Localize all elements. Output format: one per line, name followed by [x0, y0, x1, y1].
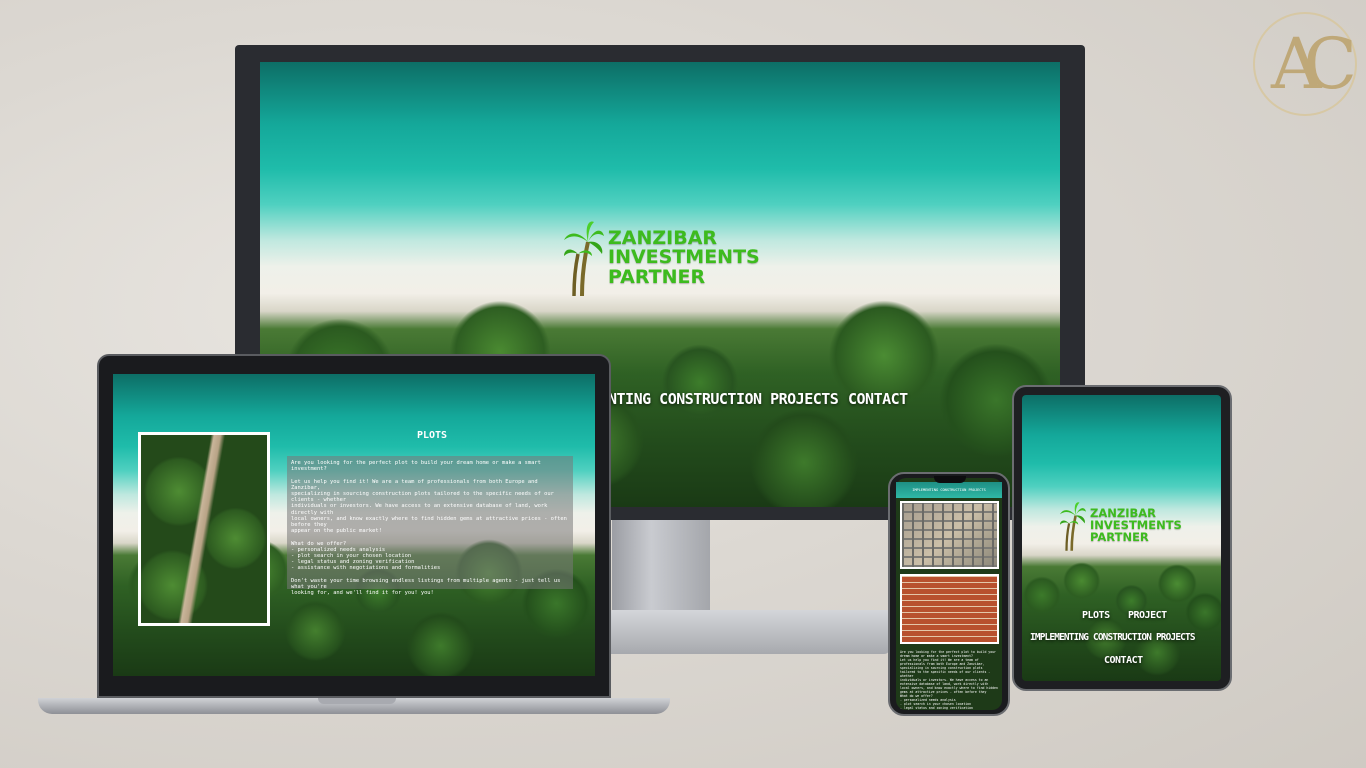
logo-line-3: PARTNER — [608, 265, 706, 288]
plot-aerial-photo — [138, 432, 270, 626]
logo-line-2: INVESTMENTS — [608, 246, 760, 269]
plots-description-panel: Are you looking for the perfect plot to … — [287, 456, 573, 596]
phone-text-line: individuals or investors. We have access… — [900, 678, 989, 686]
brand-monogram-letters: AC — [1270, 23, 1357, 105]
nav-project[interactable]: PROJECT — [1128, 610, 1167, 621]
nav-implementing-construction-projects[interactable]: NTING CONSTRUCTION PROJECTS — [608, 390, 839, 408]
laptop-base-notch — [318, 698, 396, 704]
section-heading-plots: PLOTS — [416, 430, 448, 441]
phone-text-line: Let us help you find it! We are a team o… — [900, 658, 985, 666]
panel-line: Don't waste your time browsing endless l… — [291, 577, 561, 591]
panel-line: Are you looking for the perfect plot to … — [291, 460, 541, 473]
phone-text-line: Are you looking for the perfect plot to … — [900, 650, 996, 658]
phone-text-line: local owners, and know exactly where to … — [900, 686, 998, 694]
site-logo[interactable]: ZANZIBAR INVESTMENTS PARTNER — [1060, 500, 1182, 552]
tablet-screen: ZANZIBAR INVESTMENTS PARTNER PLOTS PROJE… — [1022, 395, 1221, 681]
nav-contact[interactable]: CONTACT — [848, 390, 908, 408]
nav-contact[interactable]: CONTACT — [1104, 655, 1143, 666]
monitor-stand-neck — [612, 520, 710, 620]
construction-rebar-photo — [900, 501, 999, 569]
logo-line-3: PARTNER — [1090, 529, 1149, 544]
phone-notch — [934, 476, 966, 483]
palm-tree-icon — [1060, 502, 1086, 551]
brick-wall-photo — [900, 574, 999, 644]
panel-line: individuals or investors. We have access… — [291, 503, 548, 516]
phone-page-title: IMPLEMENTING CONSTRUCTION PROJECTS — [912, 488, 986, 492]
panel-line: Let us help you find it! We are a team o… — [291, 478, 538, 491]
nav-implementing-construction-projects[interactable]: IMPLEMENTING CONSTRUCTION PROJECTS — [1030, 632, 1196, 643]
logo-wordmark: ZANZIBAR INVESTMENTS PARTNER — [608, 228, 760, 288]
phone-body-text: Are you looking for the perfect plot to … — [900, 650, 998, 710]
palm-tree-icon — [564, 221, 604, 296]
panel-line: looking for, and we'll find it for you! … — [291, 590, 434, 597]
logo-wordmark: ZANZIBAR INVESTMENTS PARTNER — [1090, 508, 1182, 543]
panel-line: specializing in sourcing construction pl… — [291, 491, 554, 504]
nav-plots[interactable]: PLOTS — [1082, 610, 1110, 621]
site-logo[interactable]: ZANZIBAR INVESTMENTS PARTNER — [564, 220, 760, 296]
monitor-stand-base — [600, 610, 890, 654]
phone-text-line: specializing in sourcing construction pl… — [900, 666, 991, 678]
panel-line: local owners, and know exactly where to … — [291, 515, 567, 529]
